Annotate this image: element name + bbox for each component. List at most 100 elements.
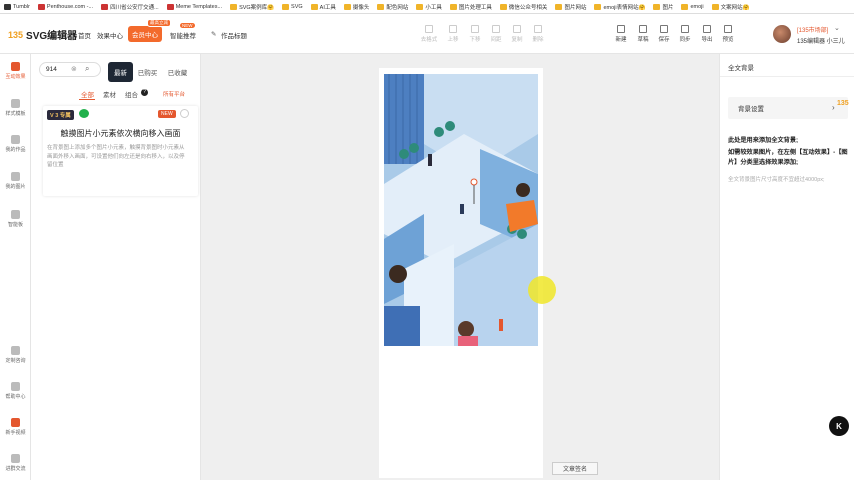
background-setting-button[interactable]: 背景设置 (728, 97, 848, 119)
rail-label: 新手视频 (5, 430, 26, 436)
wechat-icon (79, 109, 89, 118)
chevron-right-icon: › (832, 103, 835, 112)
folder-icon (343, 3, 351, 10)
vip-center-button[interactable]: 会员中心 (128, 26, 162, 42)
filter-combo[interactable]: 组合 (125, 89, 138, 99)
bookmark-label: Tumblr (13, 3, 30, 10)
bookmark-item[interactable]: 配色网站 (377, 3, 408, 11)
rail-tutorial[interactable]: 新手视频 (0, 418, 31, 436)
filter-all[interactable]: 全部 (81, 89, 94, 99)
copy-tool[interactable]: 复制 (508, 25, 526, 43)
bookmark-item[interactable]: AI工具 (310, 3, 336, 11)
bookmark-item[interactable]: Penthouse.com -... (37, 3, 94, 10)
new-button[interactable]: 新建 (612, 25, 630, 43)
copy-icon (513, 25, 521, 33)
bookmark-item[interactable]: SVG案例库🤗 (230, 3, 274, 11)
bookmark-item[interactable]: emoji表情网站🤗 (594, 3, 645, 11)
bookmark-item[interactable]: Meme Templates... (166, 3, 222, 10)
arrow-down-icon (471, 25, 479, 33)
chevron-down-icon[interactable]: ⌄ (834, 24, 840, 32)
tab-latest[interactable]: 最新 (108, 62, 133, 82)
bookmark-item[interactable]: 图片处理工具 (449, 3, 492, 11)
filter-material[interactable]: 素材 (103, 89, 116, 99)
bookmark-item[interactable]: 小工具 (416, 3, 442, 11)
bookmark-item[interactable]: SVG (282, 3, 303, 10)
article-preview[interactable] (379, 68, 543, 478)
sync-button[interactable]: 同步 (676, 25, 694, 43)
panel-title: 全文背景 (728, 65, 754, 72)
new-tag: NEW (158, 110, 176, 118)
save-button[interactable]: 保存 (655, 25, 673, 43)
move-up-tool[interactable]: 上移 (444, 25, 462, 43)
bookmark-item[interactable]: 四川省公安厅交通... (101, 3, 159, 11)
bookmark-item[interactable]: 图片网站 (555, 3, 586, 11)
tab-purchased[interactable]: 已购买 (135, 62, 160, 82)
bookmark-item[interactable]: 摄像头 (343, 3, 369, 11)
new-badge: NEW (180, 23, 195, 28)
bookmark-item[interactable]: Tumblr (4, 3, 30, 10)
rail-consult[interactable]: 定制咨询 (0, 346, 31, 364)
top-bar: 135 SVG编辑器 首页 效果中心 会员中心 最高立减 智能推荐 NEW ✎ … (0, 14, 854, 54)
bookmark-label: 小工具 (425, 4, 442, 11)
bookmark-item[interactable]: 文案网站🤗 (711, 3, 750, 11)
folder-icon (653, 3, 661, 10)
rail-my-images[interactable]: 我的图片 (0, 172, 31, 190)
doc-title-input[interactable]: 作品标题 (221, 30, 247, 40)
rail-label: 定制咨询 (5, 358, 26, 364)
assistant-button[interactable]: K (829, 416, 849, 436)
active-filter-underline (79, 99, 95, 100)
bookmark-item[interactable]: 图片 (653, 3, 673, 11)
platform-filter[interactable]: 所有平台 (163, 90, 185, 98)
spacing-icon (492, 25, 500, 33)
tool-label: 上移 (447, 37, 459, 43)
export-button[interactable]: 导出 (698, 25, 716, 43)
bookmark-item[interactable]: emoji (681, 3, 704, 10)
help-icon[interactable]: ? (141, 89, 148, 96)
video-icon (11, 418, 20, 427)
clear-format-tool[interactable]: 去格式 (420, 25, 438, 43)
nav-home[interactable]: 首页 (78, 30, 91, 40)
tab-favorites[interactable]: 已收藏 (165, 62, 190, 82)
move-down-tool[interactable]: 下移 (466, 25, 484, 43)
rail-help[interactable]: 帮助中心 (0, 382, 31, 400)
trash-icon (534, 25, 542, 33)
drafts-button[interactable]: 草稿 (634, 25, 652, 43)
info-text-2: 如需较效果图片，在左侧【互动效果】-【图片】分类里选择效果添加; (728, 149, 848, 166)
article-signature-button[interactable]: 文章签名 (552, 462, 598, 475)
template-icon (11, 99, 20, 108)
rail-label: 我的作品 (5, 147, 26, 153)
cursor-highlight (528, 276, 556, 304)
rail-join-group[interactable]: 进群交流 (0, 454, 31, 472)
illustration-image[interactable] (384, 74, 538, 346)
smart-recommend-link[interactable]: 智能推荐 (170, 30, 196, 40)
select-checkbox[interactable] (180, 109, 189, 118)
app-logo[interactable]: 135 SVG编辑器 (8, 27, 77, 43)
brand-logo: 135 (837, 100, 849, 107)
bookmark-label: 文案网站🤗 (720, 4, 750, 11)
delete-tool[interactable]: 删除 (529, 25, 547, 43)
spacing-tool[interactable]: 间距 (487, 25, 505, 43)
folder-icon (449, 3, 457, 10)
rail-interactive-effects[interactable]: 互动效果 (0, 62, 31, 80)
rail-templates[interactable]: 样式模板 (0, 99, 31, 117)
rail-label: 我的图片 (5, 184, 26, 190)
search-input[interactable]: 914 (39, 62, 101, 77)
avatar[interactable] (773, 25, 791, 43)
clear-icon[interactable]: ⊗ (71, 65, 77, 73)
preview-button[interactable]: 预览 (719, 25, 737, 43)
search-icon[interactable]: ⌕ (85, 64, 89, 74)
logo-mark: 135 (8, 29, 24, 40)
tool-label: 保存 (658, 37, 670, 43)
group-icon (11, 454, 20, 463)
bookmark-item[interactable]: 微信公众号相关 (499, 3, 547, 11)
rail-label: 互动效果 (5, 74, 26, 80)
rail-smart-board[interactable]: 智能板 (0, 210, 31, 228)
nav-effects[interactable]: 效果中心 (97, 30, 123, 40)
effect-card[interactable]: V 3 专属 NEW 触摸图片小元素依次横向移入画面 在背景图上添加多个图片小元… (43, 106, 198, 196)
folder-icon (499, 3, 507, 10)
bookmark-label: Penthouse.com -... (46, 3, 94, 10)
sync-icon (681, 25, 689, 33)
info-text-1: 此处是用来添加全文背景; (728, 137, 799, 144)
left-rail: 互动效果 样式模板 我的作品 我的图片 智能板 定制咨询 帮助中心 新手视频 进… (0, 54, 31, 480)
rail-my-works[interactable]: 我的作品 (0, 135, 31, 153)
